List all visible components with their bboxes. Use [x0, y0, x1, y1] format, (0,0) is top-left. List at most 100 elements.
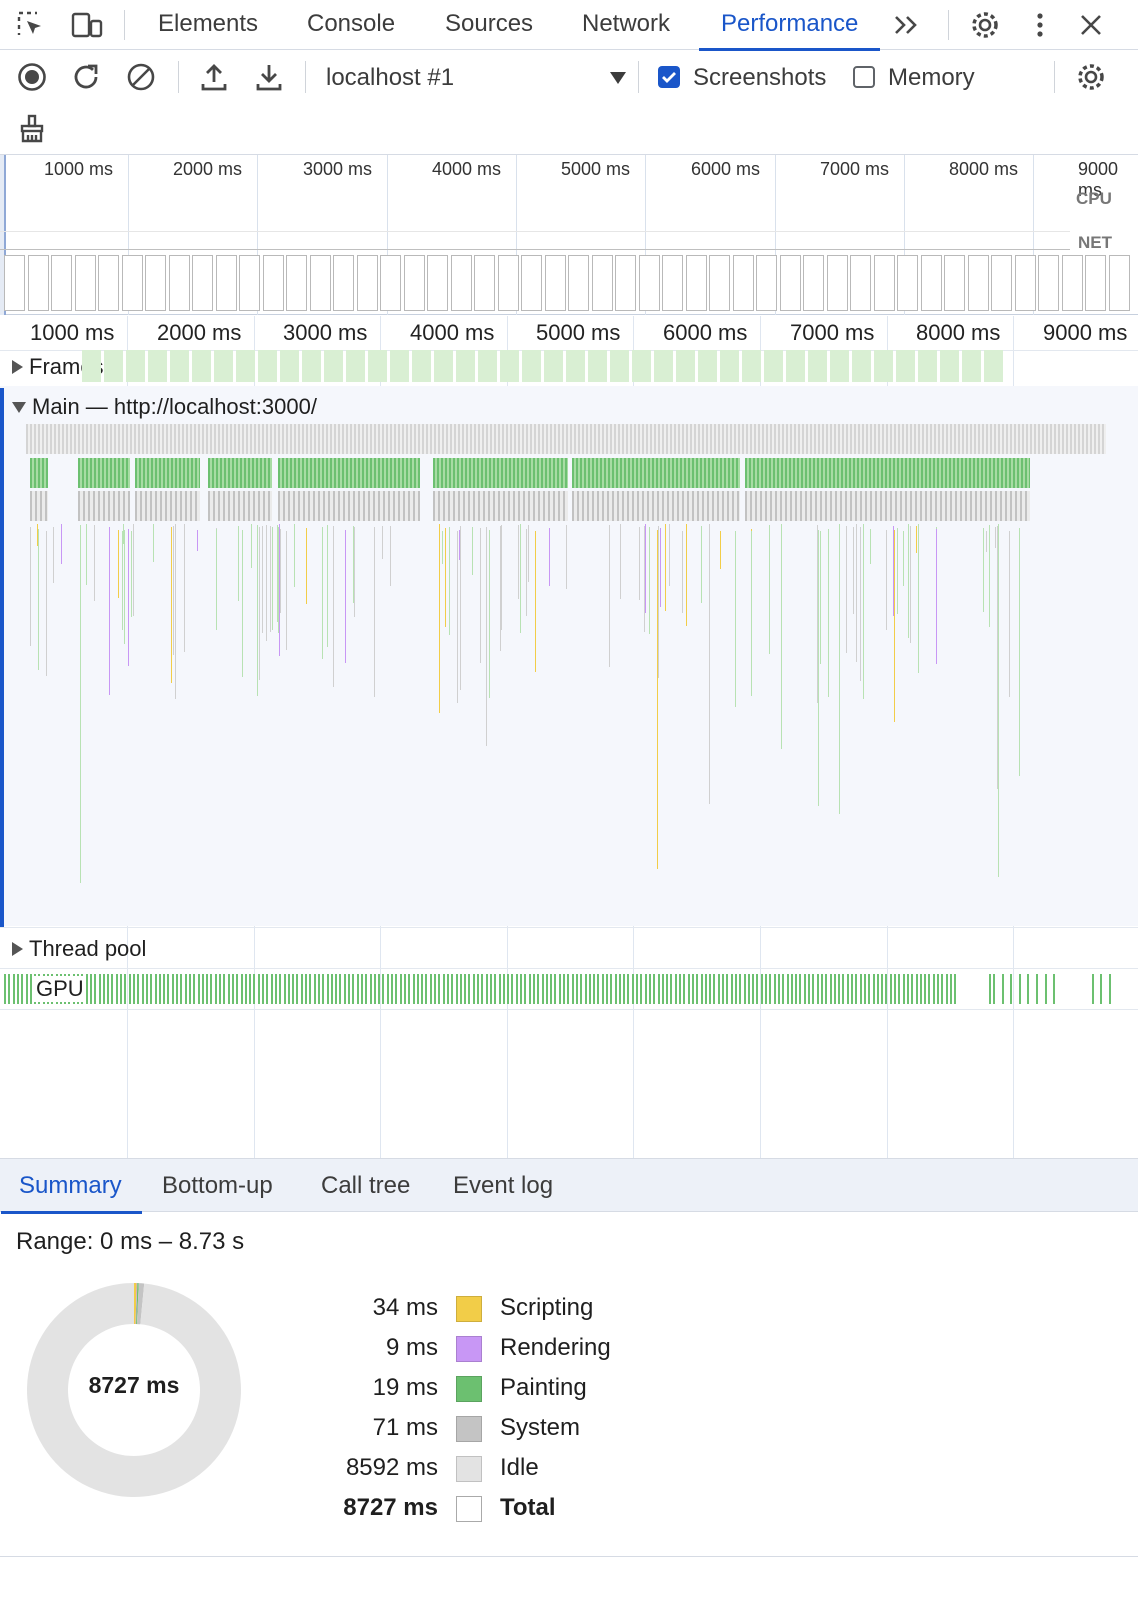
thread-pool-track-header[interactable]: Thread pool — [12, 936, 146, 962]
gpu-task — [670, 974, 672, 1004]
frame-block — [522, 350, 541, 382]
gpu-task — [258, 974, 260, 1004]
gpu-task — [443, 974, 445, 1004]
main-track-header[interactable]: Main — http://localhost:3000/ — [12, 394, 317, 420]
screenshot-thumbnail — [239, 255, 260, 311]
flame-call — [709, 524, 710, 804]
save-profile-download-icon[interactable] — [251, 59, 287, 95]
frame-block — [874, 350, 893, 382]
tab-performance[interactable]: Performance — [698, 0, 881, 51]
tab-summary[interactable]: Summary — [1, 1159, 142, 1214]
gpu-task — [460, 974, 462, 1004]
screenshots-checkbox[interactable] — [658, 66, 680, 88]
gpu-task — [202, 974, 204, 1004]
frame-block — [258, 350, 277, 382]
devtools-tab-bar: Elements Console Sources Network Perform… — [0, 0, 1138, 51]
flame-call — [886, 530, 887, 630]
flame-call — [686, 524, 687, 626]
gpu-task — [288, 974, 290, 1004]
device-toolbar-icon[interactable] — [70, 8, 104, 42]
flame-call — [520, 524, 521, 633]
gpu-task — [146, 974, 148, 1004]
gpu-task — [662, 974, 664, 1004]
screenshot-thumbnail — [521, 255, 542, 311]
timeline-overview[interactable]: 1000 ms 2000 ms 3000 ms 4000 ms 5000 ms 6000 … — [0, 155, 1138, 315]
legend-row-scripting: 34 ms Scripting — [300, 1290, 800, 1326]
flame-call — [720, 531, 721, 569]
flame-call — [528, 525, 529, 582]
tab-sources[interactable]: Sources — [445, 0, 533, 50]
gpu-task — [989, 974, 991, 1004]
capture-settings-gear-icon[interactable] — [1073, 59, 1109, 95]
legend-row-system: 71 ms System — [300, 1410, 800, 1446]
gpu-task — [529, 974, 531, 1004]
flame-call — [153, 524, 154, 562]
tab-call-tree[interactable]: Call tree — [321, 1159, 410, 1213]
clear-icon[interactable] — [123, 59, 159, 95]
gpu-task — [576, 974, 578, 1004]
gpu-task — [731, 974, 733, 1004]
gpu-task — [1027, 974, 1029, 1004]
flame-call — [30, 527, 31, 646]
gpu-task — [1045, 974, 1047, 1004]
gpu-task — [791, 974, 793, 1004]
tab-elements[interactable]: Elements — [158, 0, 258, 50]
legend-row-idle: 8592 ms Idle — [300, 1450, 800, 1486]
flame-tick-label: 1000 ms — [30, 320, 115, 345]
gpu-task — [408, 974, 410, 1004]
gpu-task — [26, 974, 28, 1004]
gpu-track-header[interactable]: GPU — [34, 976, 86, 1002]
separator — [178, 61, 179, 93]
gpu-task — [546, 974, 548, 1004]
gpu-task — [933, 974, 935, 1004]
legend-value: 34 ms — [372, 1294, 438, 1321]
gpu-task — [103, 974, 105, 1004]
gpu-task — [159, 974, 161, 1004]
memory-checkbox[interactable] — [853, 66, 875, 88]
gpu-task — [198, 974, 200, 1004]
flame-call — [294, 524, 295, 553]
gpu-task — [589, 974, 591, 1004]
legend-name: Idle — [500, 1454, 539, 1481]
screenshot-thumbnail — [568, 255, 589, 311]
flame-call — [903, 531, 904, 586]
gpu-task — [941, 974, 943, 1004]
more-options-icon[interactable] — [1023, 8, 1057, 42]
settings-gear-icon[interactable] — [968, 8, 1002, 42]
flame-call — [251, 524, 252, 568]
system-block — [433, 491, 568, 521]
gpu-task — [490, 974, 492, 1004]
flame-tick-label: 3000 ms — [283, 320, 368, 345]
flame-call — [175, 524, 176, 699]
reload-record-icon[interactable] — [68, 59, 104, 95]
bottom-divider — [0, 1556, 1138, 1557]
gpu-task — [855, 974, 857, 1004]
gpu-task — [1109, 974, 1111, 1004]
screenshot-thumbnail — [545, 255, 566, 311]
system-block — [278, 491, 420, 521]
close-icon[interactable] — [1074, 8, 1108, 42]
target-select[interactable]: localhost #1 — [326, 60, 630, 96]
flame-chart[interactable]: 1000 ms 2000 ms 3000 ms 4000 ms 5000 ms 6000 … — [0, 316, 1138, 1158]
record-icon[interactable] — [14, 59, 50, 95]
tab-network[interactable]: Network — [582, 0, 670, 50]
screenshot-thumbnail — [803, 255, 824, 311]
gpu-task — [361, 974, 363, 1004]
flame-tick-label: 4000 ms — [410, 320, 495, 345]
gpu-task — [542, 974, 544, 1004]
gpu-task — [331, 974, 333, 1004]
flame-call — [61, 524, 62, 564]
flame-call — [94, 525, 95, 601]
garbage-collect-broom-icon[interactable] — [14, 111, 50, 147]
flame-call — [660, 528, 661, 607]
load-profile-upload-icon[interactable] — [196, 59, 232, 95]
inspect-element-icon[interactable] — [14, 8, 48, 42]
tab-bottom-up[interactable]: Bottom-up — [162, 1159, 273, 1213]
more-tabs-chevron-icon[interactable] — [890, 8, 924, 42]
gpu-task — [189, 974, 191, 1004]
frame-block — [324, 350, 343, 382]
tab-console[interactable]: Console — [307, 0, 395, 50]
gpu-task — [30, 974, 32, 1004]
gpu-task — [116, 974, 118, 1004]
tab-event-log[interactable]: Event log — [453, 1159, 553, 1213]
